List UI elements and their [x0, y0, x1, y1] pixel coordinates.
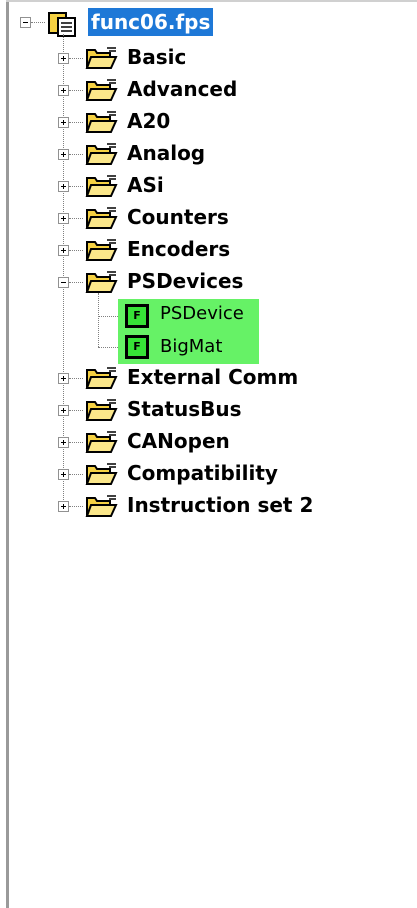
- tree-item-canopen[interactable]: CANopen: [127, 429, 230, 453]
- tree-connector: [69, 122, 83, 123]
- open-folder-icon: [85, 460, 119, 490]
- tree-connector: [69, 250, 83, 251]
- open-folder-icon: [85, 268, 119, 298]
- open-folder-icon: [85, 492, 119, 522]
- tree-connector: [69, 90, 83, 91]
- expand-toggle-external-comm[interactable]: [58, 373, 69, 384]
- tree-connector: [69, 218, 83, 219]
- tree-item-compatibility[interactable]: Compatibility: [127, 461, 278, 485]
- tree-item-statusbus[interactable]: StatusBus: [127, 397, 242, 421]
- open-folder-icon: [85, 44, 119, 74]
- panel-left-border: [6, 0, 9, 908]
- function-block-icon: F: [125, 335, 149, 359]
- expand-toggle-advanced[interactable]: [58, 85, 69, 96]
- expand-toggle-compatibility[interactable]: [58, 469, 69, 480]
- tree-connector: [69, 442, 83, 443]
- open-folder-icon: [85, 236, 119, 266]
- open-folder-icon: [85, 172, 119, 202]
- panel-top-border: [6, 0, 417, 2]
- tree-connector: [69, 410, 83, 411]
- tree-item-psdevices[interactable]: PSDevices: [127, 269, 243, 293]
- root-node-label[interactable]: func06.fps: [88, 8, 214, 36]
- tree-item-a20[interactable]: A20: [127, 109, 170, 133]
- function-tree-panel[interactable]: func06.fps Basic Advanced A20 Analog ASi Coun…: [0, 0, 417, 908]
- expand-toggle-canopen[interactable]: [58, 437, 69, 448]
- expand-toggle-asi[interactable]: [58, 181, 69, 192]
- project-files-icon: [48, 12, 76, 37]
- tree-item-bigmat[interactable]: BigMat: [160, 336, 222, 358]
- tree-item-counters[interactable]: Counters: [127, 205, 229, 229]
- tree-item-basic[interactable]: Basic: [127, 45, 186, 69]
- tree-connector: [69, 506, 83, 507]
- expand-toggle-a20[interactable]: [58, 117, 69, 128]
- expand-toggle-basic[interactable]: [58, 53, 69, 64]
- open-folder-icon: [85, 76, 119, 106]
- open-folder-icon: [85, 428, 119, 458]
- expand-toggle-analog[interactable]: [58, 149, 69, 160]
- tree-item-asi[interactable]: ASi: [127, 173, 164, 197]
- open-folder-icon: [85, 108, 119, 138]
- expand-toggle-statusbus[interactable]: [58, 405, 69, 416]
- open-folder-icon: [85, 364, 119, 394]
- function-block-icon: F: [125, 304, 149, 328]
- tree-connector: [31, 22, 45, 23]
- tree-connector: [69, 474, 83, 475]
- tree-connector: [69, 154, 83, 155]
- tree-connector: [98, 293, 99, 347]
- tree-connector: [69, 58, 83, 59]
- tree-item-instruction-set-2[interactable]: Instruction set 2: [127, 493, 313, 517]
- open-folder-icon: [85, 204, 119, 234]
- tree-item-external-comm[interactable]: External Comm: [127, 365, 298, 389]
- open-folder-icon: [85, 396, 119, 426]
- tree-item-encoders[interactable]: Encoders: [127, 237, 230, 261]
- root-collapse-toggle[interactable]: [20, 17, 31, 28]
- tree-item-analog[interactable]: Analog: [127, 141, 205, 165]
- expand-toggle-counters[interactable]: [58, 213, 69, 224]
- collapse-toggle-psdevices[interactable]: [58, 277, 69, 288]
- tree-connector: [69, 378, 83, 379]
- tree-item-psdevice[interactable]: PSDevice: [160, 303, 244, 325]
- open-folder-icon: [85, 140, 119, 170]
- tree-connector: [69, 282, 83, 283]
- expand-toggle-instruction-set-2[interactable]: [58, 501, 69, 512]
- tree-connector: [69, 186, 83, 187]
- tree-item-advanced[interactable]: Advanced: [127, 77, 237, 101]
- expand-toggle-encoders[interactable]: [58, 245, 69, 256]
